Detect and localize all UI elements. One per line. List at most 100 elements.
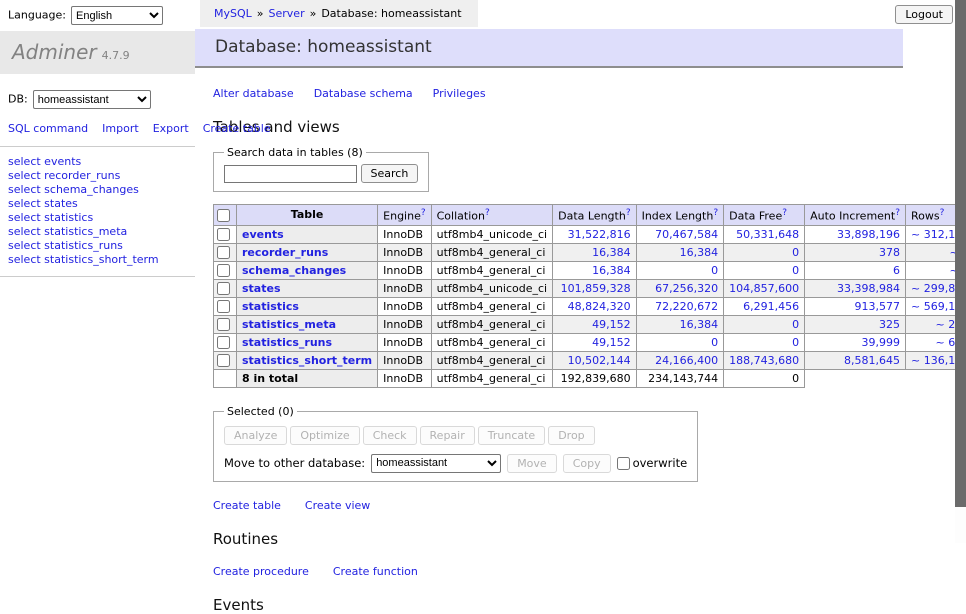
db-select[interactable]: homeassistant bbox=[33, 90, 151, 109]
data-free-link-events[interactable]: 50,331,648 bbox=[736, 228, 799, 241]
data-length-link-statistics_runs[interactable]: 49,152 bbox=[592, 336, 631, 349]
search-button[interactable]: Search bbox=[361, 164, 419, 183]
index-length-link-events[interactable]: 70,467,584 bbox=[655, 228, 718, 241]
table-link-states[interactable]: states bbox=[242, 282, 281, 295]
scrollbar-thumb[interactable] bbox=[955, 0, 966, 507]
row-checkbox-events[interactable] bbox=[217, 228, 230, 241]
move-button[interactable]: Move bbox=[507, 454, 557, 473]
nav-alter-database[interactable]: Alter database bbox=[213, 87, 294, 100]
move-label: Move to other database: bbox=[224, 456, 365, 470]
select-all-checkbox[interactable] bbox=[217, 209, 230, 222]
data-free-link-states[interactable]: 104,857,600 bbox=[729, 282, 799, 295]
row-checkbox-statistics_runs[interactable] bbox=[217, 336, 230, 349]
table-link-schema_changes[interactable]: schema_changes bbox=[242, 264, 346, 277]
overwrite-checkbox[interactable] bbox=[617, 457, 630, 470]
search-input[interactable] bbox=[224, 165, 357, 183]
row-checkbox-statistics_meta[interactable] bbox=[217, 318, 230, 331]
data-free-link-statistics_runs[interactable]: 0 bbox=[792, 336, 799, 349]
analyze-button[interactable]: Analyze bbox=[224, 426, 287, 445]
auto-increment-link-states[interactable]: 33,398,984 bbox=[837, 282, 900, 295]
sidebar-select-states[interactable]: select states bbox=[8, 197, 187, 211]
auto-increment-link-schema_changes[interactable]: 6 bbox=[893, 264, 900, 277]
sidebar-select-events[interactable]: select events bbox=[8, 155, 187, 169]
data-length-cell: 101,859,328 bbox=[553, 279, 636, 297]
data-length-link-statistics[interactable]: 48,824,320 bbox=[568, 300, 631, 313]
help-collation-icon[interactable]: ? bbox=[485, 208, 490, 218]
row-check-cell bbox=[214, 225, 237, 243]
data-free-link-statistics[interactable]: 6,291,456 bbox=[743, 300, 799, 313]
table-link-statistics_short_term[interactable]: statistics_short_term bbox=[242, 354, 372, 367]
data-free-link-statistics_short_term[interactable]: 188,743,680 bbox=[729, 354, 799, 367]
data-length-link-events[interactable]: 31,522,816 bbox=[568, 228, 631, 241]
truncate-button[interactable]: Truncate bbox=[478, 426, 545, 445]
table-link-statistics_meta[interactable]: statistics_meta bbox=[242, 318, 336, 331]
move-db-select[interactable]: homeassistant bbox=[371, 454, 501, 473]
sidebar-select-statistics-short-term[interactable]: select statistics_short_term bbox=[8, 253, 187, 267]
sidebar-action-import[interactable]: Import bbox=[102, 122, 139, 135]
link-create-function[interactable]: Create function bbox=[333, 565, 418, 578]
index-length-link-schema_changes[interactable]: 0 bbox=[711, 264, 718, 277]
nav-privileges[interactable]: Privileges bbox=[433, 87, 486, 100]
language-select[interactable]: English bbox=[71, 6, 163, 25]
help-data-free-icon[interactable]: ? bbox=[782, 208, 787, 218]
help-engine-icon[interactable]: ? bbox=[421, 208, 426, 218]
index-length-link-statistics[interactable]: 72,220,672 bbox=[655, 300, 718, 313]
data-length-link-schema_changes[interactable]: 16,384 bbox=[592, 264, 631, 277]
row-checkbox-recorder_runs[interactable] bbox=[217, 246, 230, 259]
auto-increment-link-recorder_runs[interactable]: 378 bbox=[879, 246, 900, 259]
help-auto-increment-icon[interactable]: ? bbox=[895, 208, 900, 218]
help-rows-icon[interactable]: ? bbox=[940, 208, 945, 218]
drop-button[interactable]: Drop bbox=[548, 426, 594, 445]
row-checkbox-statistics_short_term[interactable] bbox=[217, 354, 230, 367]
check-button[interactable]: Check bbox=[363, 426, 417, 445]
sidebar-action-create-table[interactable]: Create table bbox=[203, 122, 271, 135]
sidebar-select-statistics[interactable]: select statistics bbox=[8, 211, 187, 225]
data-length-link-statistics_short_term[interactable]: 10,502,144 bbox=[568, 354, 631, 367]
sidebar-select-statistics-meta[interactable]: select statistics_meta bbox=[8, 225, 187, 239]
table-link-events[interactable]: events bbox=[242, 228, 284, 241]
link-create-view[interactable]: Create view bbox=[305, 499, 370, 512]
help-data-length-icon[interactable]: ? bbox=[626, 208, 631, 218]
data-free-link-schema_changes[interactable]: 0 bbox=[792, 264, 799, 277]
index-length-link-statistics_short_term[interactable]: 24,166,400 bbox=[655, 354, 718, 367]
link-create-table[interactable]: Create table bbox=[213, 499, 281, 512]
table-link-statistics_runs[interactable]: statistics_runs bbox=[242, 336, 332, 349]
index-length-cell: 16,384 bbox=[636, 315, 724, 333]
table-link-statistics[interactable]: statistics bbox=[242, 300, 299, 313]
data-length-link-statistics_meta[interactable]: 49,152 bbox=[592, 318, 631, 331]
auto-increment-link-statistics_meta[interactable]: 325 bbox=[879, 318, 900, 331]
row-checkbox-schema_changes[interactable] bbox=[217, 264, 230, 277]
data-length-link-recorder_runs[interactable]: 16,384 bbox=[592, 246, 631, 259]
sidebar-select-recorder-runs[interactable]: select recorder_runs bbox=[8, 169, 187, 183]
data-free-link-statistics_meta[interactable]: 0 bbox=[792, 318, 799, 331]
auto-increment-link-statistics_short_term[interactable]: 8,581,645 bbox=[844, 354, 900, 367]
logout-button[interactable]: Logout bbox=[895, 5, 953, 24]
breadcrumb-server[interactable]: Server bbox=[269, 7, 305, 20]
sidebar-action-sql-command[interactable]: SQL command bbox=[8, 122, 88, 135]
index-length-link-states[interactable]: 67,256,320 bbox=[655, 282, 718, 295]
data-free-link-recorder_runs[interactable]: 0 bbox=[792, 246, 799, 259]
auto-increment-link-statistics_runs[interactable]: 39,999 bbox=[862, 336, 901, 349]
nav-database-schema[interactable]: Database schema bbox=[314, 87, 413, 100]
auto-increment-link-events[interactable]: 33,898,196 bbox=[837, 228, 900, 241]
app-logo: Adminer4.7.9 bbox=[0, 31, 195, 74]
breadcrumb-mysql[interactable]: MySQL bbox=[214, 7, 252, 20]
optimize-button[interactable]: Optimize bbox=[290, 426, 359, 445]
index-length-link-statistics_runs[interactable]: 0 bbox=[711, 336, 718, 349]
row-checkbox-states[interactable] bbox=[217, 282, 230, 295]
repair-button[interactable]: Repair bbox=[420, 426, 475, 445]
sidebar-select-schema-changes[interactable]: select schema_changes bbox=[8, 183, 187, 197]
auto-increment-link-statistics[interactable]: 913,577 bbox=[855, 300, 901, 313]
copy-button[interactable]: Copy bbox=[563, 454, 611, 473]
index-length-link-recorder_runs[interactable]: 16,384 bbox=[680, 246, 719, 259]
row-checkbox-statistics[interactable] bbox=[217, 300, 230, 313]
data-length-link-states[interactable]: 101,859,328 bbox=[561, 282, 631, 295]
help-index-length-icon[interactable]: ? bbox=[713, 208, 718, 218]
table-create-links: Create table Create view bbox=[213, 499, 966, 512]
sidebar-select-statistics-runs[interactable]: select statistics_runs bbox=[8, 239, 187, 253]
scrollbar-track[interactable] bbox=[955, 0, 966, 543]
index-length-link-statistics_meta[interactable]: 16,384 bbox=[680, 318, 719, 331]
sidebar-action-export[interactable]: Export bbox=[153, 122, 189, 135]
link-create-procedure[interactable]: Create procedure bbox=[213, 565, 309, 578]
table-link-recorder_runs[interactable]: recorder_runs bbox=[242, 246, 328, 259]
